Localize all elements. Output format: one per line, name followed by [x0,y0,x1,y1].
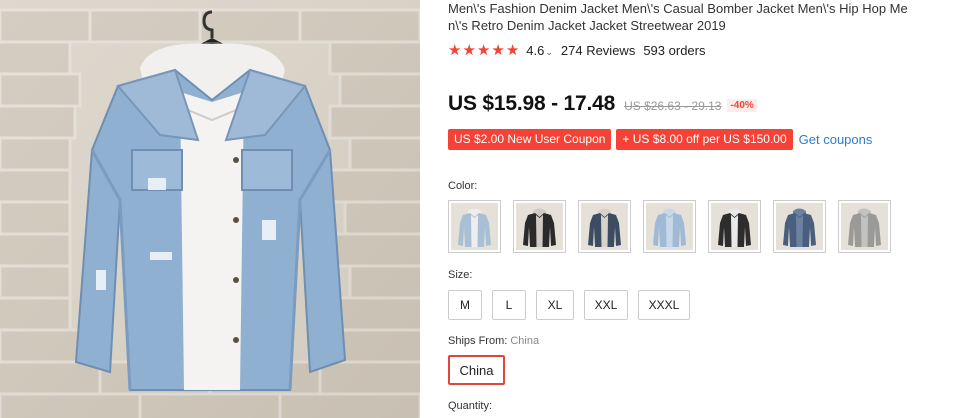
color-swatch[interactable] [448,200,501,253]
ships-from-selected-value: China [510,335,540,347]
rating-value: 4.6 [526,43,545,58]
color-swatch[interactable] [838,200,891,253]
ships-from-label-text: Ships From: [448,335,508,347]
chevron-down-icon: ⌄ [545,47,553,57]
size-option[interactable]: XXL [584,290,628,320]
color-swatch[interactable] [773,200,826,253]
discount-badge: -40% [727,99,757,112]
swatch-thumbnail [711,203,758,250]
coupon-row: US $2.00 New User Coupon + US $8.00 off … [448,129,872,150]
price-row: US $15.98 - 17.48 US $26.63 - 29.13 -40% [448,92,757,116]
star-icon: ★ [505,42,520,59]
star-icon: ★ [462,42,476,59]
swatch-thumbnail [451,203,498,250]
color-swatch[interactable] [578,200,631,253]
store-coupon[interactable]: + US $8.00 off per US $150.00 [616,129,793,150]
original-price: US $26.63 - 29.13 [624,99,722,113]
color-swatch[interactable] [643,200,696,253]
swatch-thumbnail [581,203,628,250]
size-option[interactable]: XL [536,290,574,320]
star-icon: ★ [476,42,491,59]
quantity-label: Quantity: [448,400,493,412]
product-title: Men\'s Fashion Denim Jacket Men\'s Casua… [448,1,908,33]
reviews-count[interactable]: 274 Reviews [561,43,635,58]
current-price: US $15.98 - 17.48 [448,92,616,115]
star-icon: ★ [491,42,505,59]
rating-row: ★ ★ ★ ★ ★ 4.6⌄ 274 Reviews 593 orders [448,43,705,58]
size-option[interactable]: XXXL [638,290,690,320]
swatch-thumbnail [841,203,888,250]
swatch-thumbnail [516,203,563,250]
size-option[interactable]: M [448,290,482,320]
star-rating[interactable]: ★ ★ ★ ★ ★ [448,43,519,58]
color-swatches [448,200,891,253]
color-swatch[interactable] [708,200,761,253]
star-icon: ★ [448,42,462,59]
orders-count: 593 orders [643,43,706,58]
ships-from-option-china[interactable]: China [448,355,505,385]
size-label: Size: [448,269,473,281]
get-coupons-link[interactable]: Get coupons [799,132,873,147]
size-option[interactable]: L [492,290,526,320]
product-details-panel: Men\'s Fashion Denim Jacket Men\'s Casua… [448,0,948,412]
size-options: M L XL XXL XXXL [448,290,690,320]
rating-value-dropdown[interactable]: 4.6⌄ [526,43,553,58]
ships-from-label: Ships From: China [448,335,539,347]
swatch-thumbnail [646,203,693,250]
color-swatch[interactable] [513,200,566,253]
product-main-image[interactable] [0,0,420,418]
new-user-coupon[interactable]: US $2.00 New User Coupon [448,129,612,150]
product-photo-illustration [0,0,420,418]
swatch-thumbnail [776,203,823,250]
color-label: Color: [448,180,478,192]
